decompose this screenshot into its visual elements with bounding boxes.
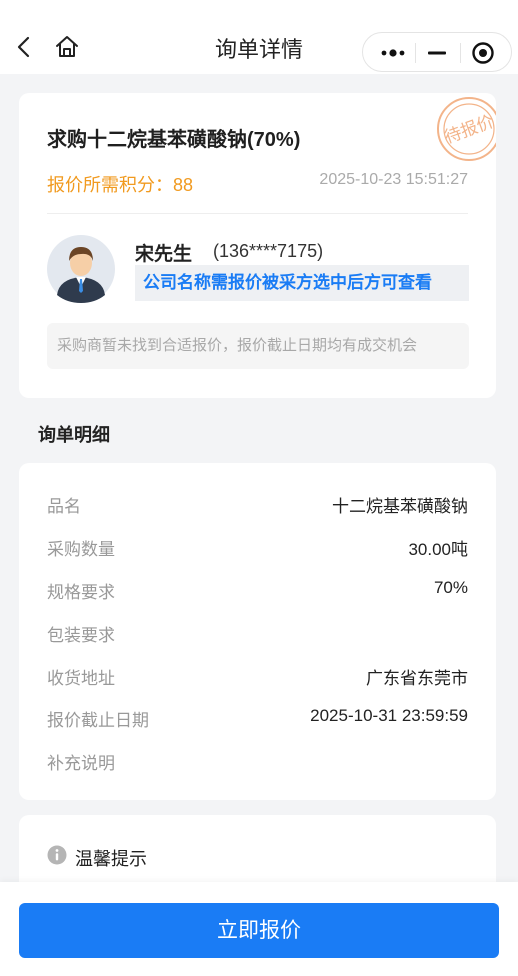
detail-row-spec: 规格要求 70% (47, 578, 468, 608)
info-icon (47, 845, 67, 865)
svg-text:待报价: 待报价 (442, 112, 496, 148)
avatar (47, 235, 115, 303)
quote-now-button[interactable]: 立即报价 (19, 903, 499, 958)
detail-value: 2025-10-31 23:59:59 (310, 706, 468, 725)
detail-row-deadline: 报价截止日期 2025-10-31 23:59:59 (47, 706, 468, 736)
pending-quote-stamp: 待报价 (437, 97, 496, 161)
product-title: 求购十二烷基苯磺酸钠(70%) (47, 129, 301, 151)
minimize-icon[interactable] (425, 43, 449, 63)
detail-value: 70% (433, 578, 468, 597)
points-value: 88 (173, 175, 194, 195)
capsule-divider (415, 43, 416, 63)
detail-label: 补充说明 (47, 754, 115, 773)
bottom-action-bar: 立即报价 (0, 882, 518, 976)
more-dots-icon[interactable] (379, 43, 407, 63)
detail-value: 十二烷基苯磺酸钠 (332, 497, 468, 516)
company-hidden-note: 公司名称需报价被采方选中后方可查看 (135, 265, 469, 301)
contact-phone: (136****7175) (213, 241, 324, 261)
inquiry-datetime: 2025-10-23 15:51:27 (319, 171, 468, 188)
detail-label: 报价截止日期 (47, 711, 149, 730)
inquiry-details-card: 品名 十二烷基苯磺酸钠 采购数量 30.00吨 规格要求 70% 包装要求 收货… (19, 463, 496, 800)
detail-row-quantity: 采购数量 30.00吨 (47, 535, 468, 565)
detail-row-packaging: 包装要求 (47, 621, 468, 651)
mini-program-capsule (362, 32, 512, 72)
detail-label: 收货地址 (47, 669, 115, 688)
divider (47, 213, 468, 214)
tips-title: 温馨提示 (75, 849, 147, 869)
opportunity-notice: 采购商暂未找到合适报价，报价截止日期均有成交机会 (47, 323, 469, 369)
detail-label: 采购数量 (47, 540, 115, 559)
points-label: 报价所需积分： (47, 175, 173, 195)
detail-label: 品名 (47, 497, 81, 516)
capsule-divider (460, 43, 461, 63)
detail-row-remarks: 补充说明 (47, 749, 468, 779)
inquiry-summary-card: 求购十二烷基苯磺酸钠(70%) 待报价 报价所需积分：88 2025-10-23… (19, 93, 496, 398)
detail-row-address: 收货地址 广东省东莞市 (47, 664, 468, 694)
detail-label: 包装要求 (47, 626, 115, 645)
close-target-icon[interactable] (471, 41, 495, 65)
top-nav-bar: 询单详情 (0, 0, 518, 74)
contact-name: 宋先生 (135, 244, 193, 265)
detail-row-product-name: 品名 十二烷基苯磺酸钠 (47, 492, 468, 522)
detail-value: 广东省东莞市 (366, 669, 468, 688)
details-section-title: 询单明细 (38, 425, 110, 445)
detail-label: 规格要求 (47, 583, 115, 602)
required-points: 报价所需积分：88 (47, 171, 193, 197)
detail-value: 30.00吨 (408, 540, 468, 559)
